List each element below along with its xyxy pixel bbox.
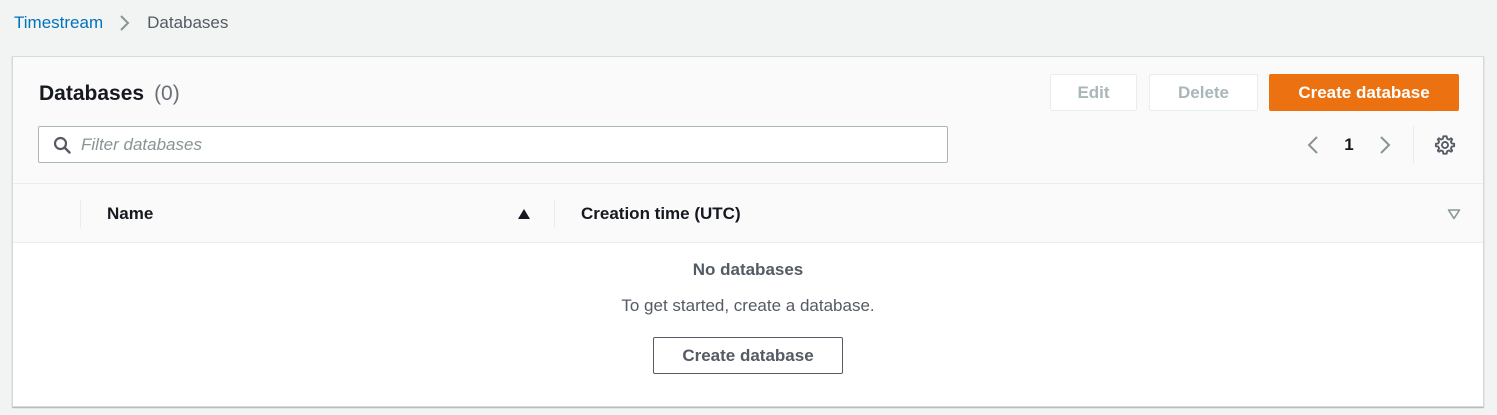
chevron-right-icon: [1380, 136, 1391, 154]
preferences-button[interactable]: [1431, 131, 1459, 159]
sort-ascending-icon[interactable]: [516, 206, 532, 222]
delete-button[interactable]: Delete: [1149, 74, 1258, 111]
panel-header: Databases (0) Edit Delete Create databas…: [13, 57, 1483, 184]
breadcrumb-current: Databases: [147, 13, 229, 32]
table-header: Name Creation time (UTC): [13, 184, 1483, 243]
breadcrumb: Timestream Databases: [14, 12, 228, 34]
column-divider: [554, 200, 555, 228]
current-page-number[interactable]: 1: [1327, 135, 1371, 155]
search-icon: [53, 136, 71, 154]
chevron-right-icon: [111, 12, 139, 34]
column-header-name[interactable]: Name: [107, 184, 153, 243]
create-database-button[interactable]: Create database: [1269, 74, 1459, 111]
previous-page-button[interactable]: [1299, 129, 1327, 161]
empty-state-title: No databases: [692, 260, 804, 279]
page-title: Databases (0): [39, 81, 180, 107]
edit-button[interactable]: Edit: [1050, 74, 1137, 111]
sort-descending-icon[interactable]: [1446, 206, 1462, 222]
gear-icon: [1434, 135, 1456, 155]
filter-databases-input[interactable]: [81, 129, 901, 160]
pagination: 1: [1299, 129, 1399, 161]
chevron-left-icon: [1307, 136, 1318, 154]
filter-box: [38, 126, 948, 163]
breadcrumb-timestream-link[interactable]: Timestream: [14, 12, 103, 34]
database-count: (0): [154, 82, 180, 105]
pager-divider: [1413, 126, 1414, 164]
column-divider: [80, 200, 81, 228]
empty-state-description: To get started, create a database.: [621, 296, 875, 315]
databases-panel: Databases (0) Edit Delete Create databas…: [12, 56, 1484, 407]
column-header-creation-time[interactable]: Creation time (UTC): [581, 184, 741, 243]
next-page-button[interactable]: [1371, 129, 1399, 161]
title-text: Databases: [39, 82, 145, 105]
empty-create-database-button[interactable]: Create database: [653, 337, 843, 374]
